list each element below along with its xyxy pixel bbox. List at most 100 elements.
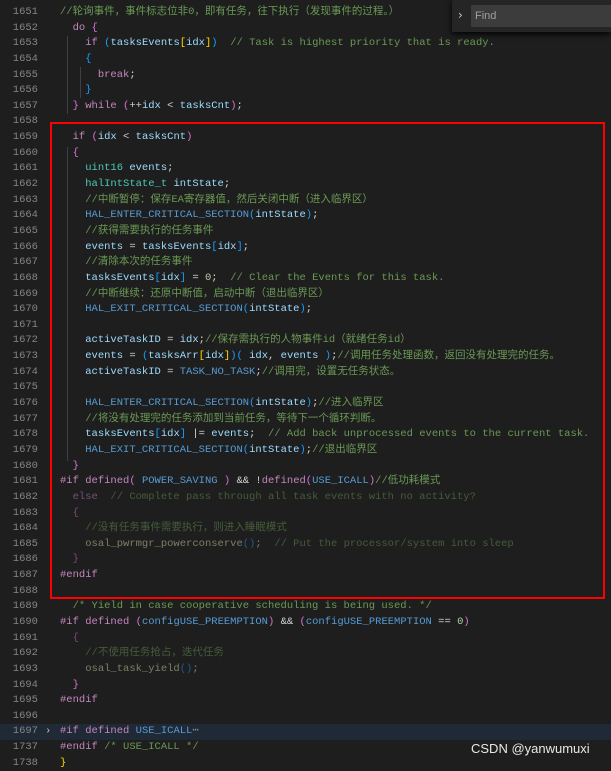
code-text: else // Complete pass through all task e…: [60, 490, 476, 506]
code-line[interactable]: 1681 #if defined( POWER_SAVING ) && !defi…: [0, 474, 611, 490]
code-line[interactable]: 1677 //将没有处理完的任务添加到当前任务，等待下一个循环判断。: [0, 412, 611, 428]
line-number: 1662: [12, 178, 38, 191]
code-line[interactable]: 1655 break;: [0, 68, 611, 84]
code-token: ;: [211, 271, 231, 284]
code-line[interactable]: 1673 events = (tasksArr[idx])( idx, even…: [0, 349, 611, 365]
line-number: 1678: [12, 428, 38, 441]
code-text: uint16 events;: [60, 161, 173, 177]
code-line[interactable]: 1654 {: [0, 52, 611, 68]
code-line[interactable]: 1685 osal_pwrmgr_powerconserve(); // Put…: [0, 537, 611, 553]
code-line[interactable]: 1686 }: [0, 552, 611, 568]
code-token: tasksEvents: [85, 428, 155, 441]
line-number: 1681: [12, 475, 38, 488]
code-text: do {: [60, 21, 98, 37]
code-token: USE_ICALL: [135, 725, 193, 738]
line-number: 1654: [12, 52, 38, 65]
code-token: =: [160, 334, 180, 347]
code-line[interactable]: 1668 tasksEvents[idx] = 0; // Clear the …: [0, 271, 611, 287]
code-token: }: [72, 99, 86, 112]
code-line[interactable]: 1694 }: [0, 678, 611, 694]
find-input[interactable]: Find: [471, 5, 611, 27]
fold-chevron-icon[interactable]: ›: [45, 724, 51, 740]
code-token: }: [72, 459, 79, 472]
code-line[interactable]: 1666 events = tasksEvents[idx];: [0, 240, 611, 256]
code-token: HAL_ENTER_CRITICAL_SECTION: [85, 209, 250, 222]
code-token: idx: [160, 428, 180, 441]
code-line[interactable]: 1664 HAL_ENTER_CRITICAL_SECTION(intState…: [0, 208, 611, 224]
line-number: 1687: [12, 569, 38, 582]
code-line[interactable]: 1656 }: [0, 83, 611, 99]
code-token: // Clear the Events for this task.: [230, 271, 445, 284]
code-line[interactable]: 1661 uint16 events;: [0, 161, 611, 177]
code-token: //退出临界区: [312, 443, 378, 456]
code-token: /* Yield in case cooperative scheduling …: [72, 600, 432, 613]
code-token: events: [129, 162, 168, 175]
code-line[interactable]: 1689 /* Yield in case cooperative schedu…: [0, 599, 611, 615]
line-number: 1656: [12, 84, 38, 97]
line-number: 1676: [12, 397, 38, 410]
code-line[interactable]: 1683 {: [0, 506, 611, 522]
code-line[interactable]: 1692 //不使用任务抢占，迭代任务: [0, 646, 611, 662]
code-line[interactable]: 1687 #endif: [0, 568, 611, 584]
code-editor[interactable]: 1651 //轮询事件，事件标志位非0，即有任务，往下执行（发现事件的过程。） 16…: [0, 5, 611, 771]
code-text: //轮询事件，事件标志位非0，即有任务，往下执行（发现事件的过程。）: [60, 5, 399, 21]
code-token: osal_task_yield: [85, 662, 180, 675]
code-line[interactable]: 1672 activeTaskID = idx;//保存需执行的人物事件id（就…: [0, 333, 611, 349]
code-line[interactable]: 1658: [0, 114, 611, 130]
code-line[interactable]: 1688: [0, 584, 611, 600]
code-token: TASK_NO_TASK: [179, 365, 256, 378]
code-text: }: [60, 459, 79, 475]
code-line[interactable]: 1697 › #if defined USE_ICALL⋯: [0, 724, 611, 741]
code-line[interactable]: 1671: [0, 318, 611, 334]
code-line[interactable]: 1667 //清除本次的任务事件: [0, 255, 611, 271]
chevron-right-icon[interactable]: ›: [458, 8, 463, 22]
line-number: 1668: [12, 271, 38, 284]
code-token: ;: [255, 537, 275, 550]
code-line[interactable]: 1678 tasksEvents[idx] |= events; // Add …: [0, 427, 611, 443]
code-token: ;: [312, 209, 319, 222]
code-line[interactable]: 1663 //中断暂停：保存EA寄存器值，然后关闭中断（进入临界区）: [0, 193, 611, 209]
line-number: 1694: [12, 678, 38, 691]
code-line[interactable]: 1669 //中断继续：还原中断值，启动中断（退出临界区）: [0, 287, 611, 303]
code-line[interactable]: 1690 #if defined (configUSE_PREEMPTION) &…: [0, 615, 611, 631]
code-line[interactable]: 1660 {: [0, 146, 611, 162]
code-token: (): [179, 662, 193, 675]
code-line[interactable]: 1682 else // Complete pass through all t…: [0, 490, 611, 506]
code-line[interactable]: 1676 HAL_ENTER_CRITICAL_SECTION(intState…: [0, 396, 611, 412]
code-line[interactable]: 1679 HAL_EXIT_CRITICAL_SECTION(intState)…: [0, 443, 611, 459]
code-token: do: [72, 21, 92, 34]
code-text: //将没有处理完的任务添加到当前任务，等待下一个循环判断。: [60, 412, 381, 428]
code-token: //轮询事件，事件标志位非0，即有任务，往下执行（发现事件的过程。）: [60, 6, 400, 18]
code-line[interactable]: 1695 #endif: [0, 693, 611, 709]
code-token: // Add back unprocessed events to the cu…: [268, 428, 590, 441]
code-line[interactable]: 1665 //获得需要执行的任务事件: [0, 224, 611, 240]
code-line[interactable]: 1674 activeTaskID = TASK_NO_TASK;//调用完，设…: [0, 365, 611, 381]
code-line[interactable]: 1659 if (idx < tasksCnt): [0, 130, 611, 146]
code-token: {: [72, 631, 79, 644]
code-line[interactable]: 1662 halIntState_t intState;: [0, 177, 611, 193]
code-line[interactable]: 1691 {: [0, 631, 611, 647]
code-text: if (idx < tasksCnt): [60, 130, 193, 146]
code-line[interactable]: 1675: [0, 380, 611, 396]
code-line[interactable]: 1670 HAL_EXIT_CRITICAL_SECTION(intState)…: [0, 302, 611, 318]
code-token: //调用完，设置无任务状态。: [261, 365, 401, 378]
line-number: 1684: [12, 522, 38, 535]
code-line[interactable]: 1693 osal_task_yield();: [0, 662, 611, 678]
code-line[interactable]: 1657 } while (++idx < tasksCnt);: [0, 99, 611, 115]
code-line[interactable]: 1684 //没有任务事件需要执行，则进入睡眠模式: [0, 521, 611, 537]
code-line[interactable]: 1696: [0, 709, 611, 725]
code-token: tasksArr: [148, 350, 199, 363]
line-number: 1696: [12, 709, 38, 722]
line-number: 1677: [12, 412, 38, 425]
code-token: events: [280, 350, 319, 363]
code-line[interactable]: 1653 if (tasksEvents[idx]) // Task is hi…: [0, 36, 611, 52]
code-line[interactable]: 1680 }: [0, 459, 611, 475]
